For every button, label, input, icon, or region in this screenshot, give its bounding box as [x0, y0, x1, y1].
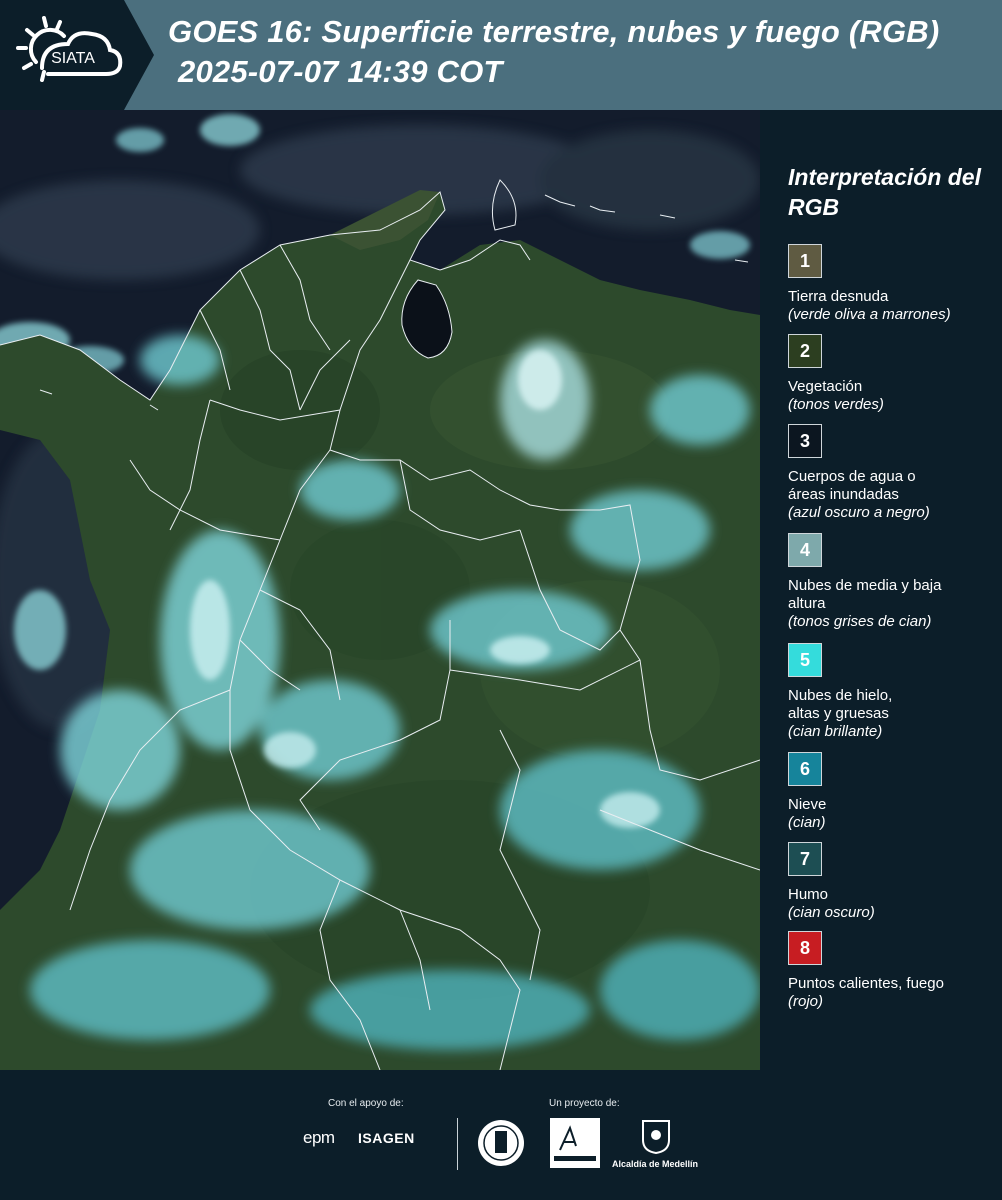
project-label: Un proyecto de:: [549, 1098, 620, 1109]
legend-sub: (azul oscuro a negro): [788, 504, 930, 521]
legend-label: Cuerpos de agua o áreas inundadas: [788, 468, 916, 503]
legend-label: Humo: [788, 886, 829, 903]
legend-item-smoke: 7 Humo (cian oscuro): [788, 842, 998, 922]
legend-item-snow: 6 Nieve (cian): [788, 752, 998, 832]
legend-swatch-3: 3: [788, 424, 822, 458]
legend-label: Nubes de hielo, altas y gruesas: [788, 687, 893, 722]
legend-item-vegetation: 2 Vegetación (tonos verdes): [788, 334, 998, 414]
logo-text: SIATA: [51, 50, 95, 67]
legend-label: Nubes de media y baja altura: [788, 577, 942, 612]
legend-sub: (cian oscuro): [788, 904, 875, 921]
siata-logo: SIATA: [16, 16, 123, 82]
page-timestamp: 2025-07-07 14:39 COT: [178, 54, 503, 89]
legend-item-bare-soil: 1 Tierra desnuda (verde oliva a marrones…: [788, 244, 998, 324]
legend-sub: (tonos grises de cian): [788, 613, 932, 630]
legend-swatch-6: 6: [788, 752, 822, 786]
satellite-map[interactable]: [0, 110, 760, 1070]
page-title: GOES 16: Superficie terrestre, nubes y f…: [168, 14, 940, 49]
legend-swatch-5: 5: [788, 643, 822, 677]
footer: Con el apoyo de: Un proyecto de: epm ISA…: [0, 1070, 1002, 1200]
legend-sub: (tonos verdes): [788, 396, 884, 413]
legend-sub: (verde oliva a marrones): [788, 306, 951, 323]
legend-label: Tierra desnuda: [788, 288, 889, 305]
legend-title: Interpretación del RGB: [788, 164, 981, 220]
legend-swatch-8: 8: [788, 931, 822, 965]
legend-label: Vegetación: [788, 378, 863, 395]
legend-label: Nieve: [788, 796, 827, 813]
medellin-label: Alcaldía de Medellín: [612, 1159, 699, 1169]
map-canvas: [0, 110, 760, 1070]
support-label: Con el apoyo de:: [328, 1098, 404, 1109]
legend-swatch-1: 1: [788, 244, 822, 278]
legend-panel: Interpretación del RGB 1 Tierra desnuda …: [760, 110, 1002, 1070]
legend-sub: (rojo): [788, 993, 824, 1010]
legend-label: Puntos calientes, fuego: [788, 975, 944, 992]
legend-item-fire: 8 Puntos calientes, fuego (rojo): [788, 931, 998, 1011]
legend-swatch-7: 7: [788, 842, 822, 876]
legend-swatch-4: 4: [788, 533, 822, 567]
legend-sub: (cian): [788, 814, 826, 831]
legend-sub: (cian brillante): [788, 723, 883, 740]
footer-divider: [457, 1118, 458, 1170]
area-metropolitana-logo: [550, 1118, 600, 1168]
legend-item-ice-clouds: 5 Nubes de hielo, altas y gruesas (cian …: [788, 643, 998, 741]
header: SIATA GOES 16: Superficie terrestre, nub…: [0, 0, 1002, 110]
legend-swatch-2: 2: [788, 334, 822, 368]
legend-item-low-clouds: 4 Nubes de media y baja altura (tonos gr…: [788, 533, 998, 631]
medellin-crest-icon: [642, 1120, 670, 1154]
seal-icon: [478, 1120, 524, 1166]
epm-logo: epm: [303, 1128, 335, 1147]
legend-item-water: 3 Cuerpos de agua o áreas inundadas (azu…: [788, 424, 998, 522]
isagen-logo: ISAGEN: [358, 1130, 415, 1146]
